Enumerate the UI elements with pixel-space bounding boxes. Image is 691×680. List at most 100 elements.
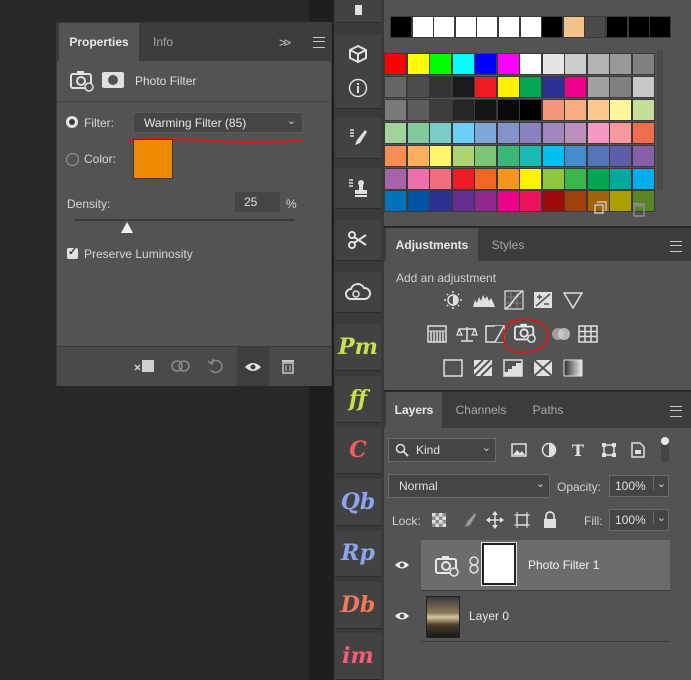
swatch[interactable] <box>519 190 542 213</box>
swatch[interactable] <box>586 75 610 98</box>
swatch[interactable] <box>606 16 628 38</box>
swatch[interactable] <box>631 98 655 121</box>
swatch[interactable] <box>451 53 475 75</box>
lock-all-icon[interactable] <box>543 511 557 529</box>
dock-plugin-im-button[interactable]: im <box>335 633 381 680</box>
tab-adjustments[interactable]: Adjustments <box>386 228 478 261</box>
tab-paths[interactable]: Paths <box>522 392 574 428</box>
swatch[interactable] <box>586 144 610 167</box>
swatch[interactable] <box>609 75 632 98</box>
selective-color-icon[interactable] <box>532 358 554 378</box>
layer-mask-thumbnail[interactable] <box>481 542 517 586</box>
swatch[interactable] <box>586 53 610 75</box>
dock-plugin-ff-button[interactable]: ff <box>335 375 381 423</box>
swatch[interactable] <box>406 144 430 167</box>
swatch[interactable] <box>474 190 497 213</box>
vibrance-icon[interactable] <box>562 290 584 310</box>
swatch[interactable] <box>406 167 430 190</box>
channel-mixer-icon[interactable] <box>550 324 572 344</box>
swatch[interactable] <box>496 53 520 75</box>
swatch[interactable] <box>519 121 542 144</box>
swatch[interactable] <box>429 98 452 121</box>
swatch[interactable] <box>433 16 456 38</box>
swatch[interactable] <box>586 98 610 121</box>
dock-plugin-pm-button[interactable]: Pm <box>335 324 381 371</box>
swatch[interactable] <box>451 98 475 121</box>
swatch[interactable] <box>584 16 607 38</box>
swatch[interactable] <box>631 167 655 190</box>
swatch[interactable] <box>451 144 475 167</box>
swatch[interactable] <box>541 16 564 38</box>
filter-dropdown[interactable]: Warming Filter (85) ⌄ <box>133 112 303 133</box>
swatch[interactable] <box>496 98 520 121</box>
exposure-icon[interactable] <box>532 290 554 310</box>
layer-filter-kind[interactable]: Kind ⌄ <box>388 438 496 462</box>
dock-plugin-c-button[interactable]: C <box>335 427 381 474</box>
tab-styles[interactable]: Styles <box>480 228 536 261</box>
dock-plugin-db-button[interactable]: Db <box>335 581 381 629</box>
swatch[interactable] <box>451 121 475 144</box>
swatch[interactable] <box>476 16 499 38</box>
swatch[interactable] <box>384 121 407 144</box>
posterize-icon[interactable] <box>472 358 494 378</box>
swatch[interactable] <box>474 98 497 121</box>
swatch[interactable] <box>454 16 477 38</box>
swatch[interactable] <box>519 53 542 75</box>
swatch[interactable] <box>498 16 520 38</box>
swatch[interactable] <box>541 53 565 75</box>
swatch[interactable] <box>564 167 587 190</box>
swatch[interactable] <box>519 98 542 121</box>
swatch[interactable] <box>474 75 497 98</box>
swatch[interactable] <box>609 121 632 144</box>
layer-name[interactable]: Layer 0 <box>469 609 509 623</box>
dock-brush-settings[interactable] <box>335 0 381 23</box>
dock-tool-presets-button[interactable] <box>335 220 381 261</box>
swatch[interactable] <box>564 98 587 121</box>
swatch[interactable] <box>541 121 565 144</box>
density-input[interactable]: 25 <box>235 192 280 212</box>
fill-input[interactable]: 100% ⌄ <box>609 509 669 531</box>
color-lookup-icon[interactable] <box>577 324 599 344</box>
swatch[interactable] <box>631 121 655 144</box>
swatch[interactable] <box>541 98 565 121</box>
swatch[interactable] <box>649 16 672 38</box>
swatch[interactable] <box>451 75 475 98</box>
dock-brushes-button[interactable] <box>335 118 381 159</box>
swatch[interactable] <box>519 16 542 38</box>
dock-info-button[interactable] <box>335 68 381 109</box>
levels-icon[interactable] <box>471 290 497 310</box>
swatch[interactable] <box>519 75 542 98</box>
view-previous-state-icon[interactable] <box>169 358 193 374</box>
opacity-input[interactable]: 100% ⌄ <box>609 475 669 497</box>
swatch[interactable] <box>496 144 520 167</box>
swatch[interactable] <box>541 190 565 213</box>
tab-channels[interactable]: Channels <box>446 392 516 428</box>
dock-libraries-button[interactable] <box>335 272 381 313</box>
trash-icon[interactable] <box>281 358 295 374</box>
swatch[interactable] <box>609 98 632 121</box>
swatch[interactable] <box>406 98 430 121</box>
curves-icon[interactable] <box>503 290 525 310</box>
swatch[interactable] <box>384 167 407 190</box>
swatch[interactable] <box>429 144 452 167</box>
lock-transparent-pixels-icon[interactable] <box>432 513 446 527</box>
swatch[interactable] <box>586 121 610 144</box>
swatch[interactable] <box>609 167 632 190</box>
filter-smart-object-icon[interactable] <box>631 442 645 458</box>
swatch[interactable] <box>541 75 565 98</box>
link-icon[interactable] <box>469 556 479 574</box>
color-radio[interactable] <box>66 153 79 166</box>
swatch[interactable] <box>406 121 430 144</box>
reset-icon[interactable] <box>207 358 225 374</box>
swatch[interactable] <box>429 75 452 98</box>
swatch[interactable] <box>406 75 430 98</box>
lock-artboard-icon[interactable] <box>513 511 531 529</box>
swatch[interactable] <box>496 121 520 144</box>
lock-position-icon[interactable] <box>486 511 504 529</box>
swatch[interactable] <box>384 75 407 98</box>
swatch[interactable] <box>429 53 452 75</box>
swatch[interactable] <box>564 75 587 98</box>
swatch[interactable] <box>541 144 565 167</box>
swatch[interactable] <box>429 190 452 213</box>
mask-icon[interactable] <box>102 72 124 88</box>
